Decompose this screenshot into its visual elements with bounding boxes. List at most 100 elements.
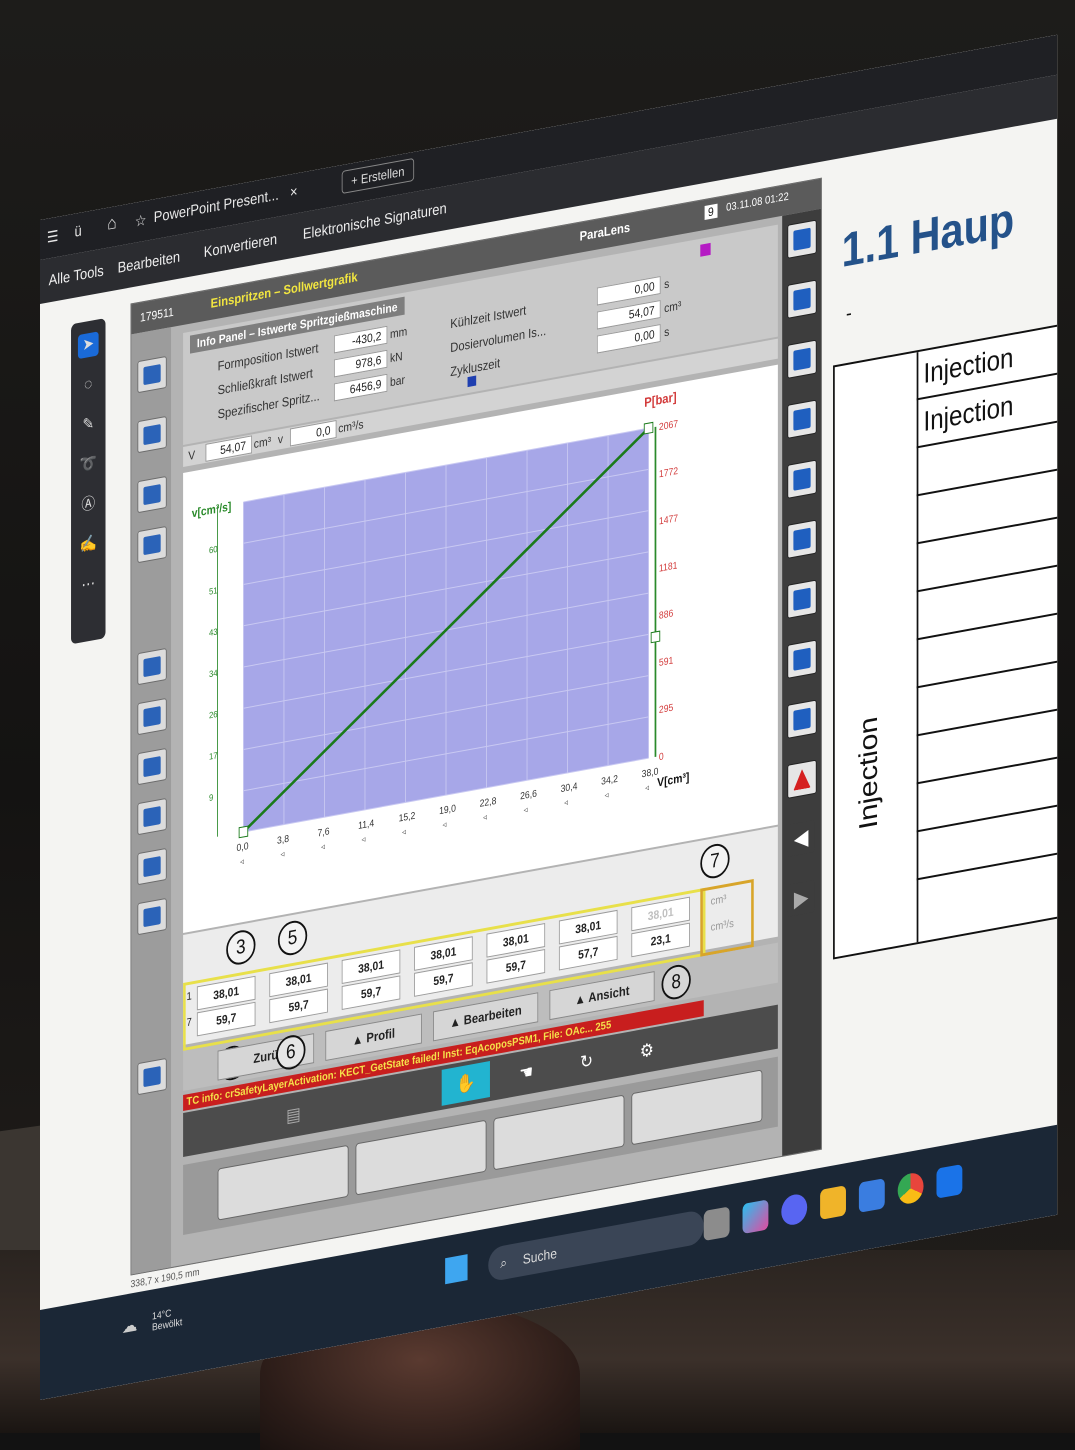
y-tick-label: 26 xyxy=(209,708,218,720)
x-tick-arrow: ◃ xyxy=(443,818,447,829)
x-tick-label: 22,8 xyxy=(480,794,497,809)
dosing-icon[interactable] xyxy=(137,747,167,786)
home-icon[interactable]: ⌂ xyxy=(107,212,116,235)
injection-unit-icon[interactable] xyxy=(137,355,167,394)
injection-icon[interactable] xyxy=(137,647,167,686)
search-icon: ⌕ xyxy=(500,1253,508,1272)
menu-all-tools[interactable]: Alle Tools xyxy=(49,262,104,289)
holding-pressure-icon[interactable] xyxy=(137,697,167,736)
menu-bearbeiten[interactable]: Bearbeiten xyxy=(118,248,181,276)
axis-handle xyxy=(650,630,661,644)
mold-close-icon[interactable] xyxy=(137,415,167,454)
info-value: 978,6 xyxy=(333,349,388,378)
help-icon[interactable] xyxy=(787,699,817,739)
outlook-icon[interactable] xyxy=(936,1164,963,1199)
x-tick-arrow: ◃ xyxy=(524,804,528,815)
scroll-left-icon[interactable]: ◀ xyxy=(787,819,815,857)
gear-icon[interactable]: ⚙ xyxy=(623,1028,671,1073)
v-label: V xyxy=(188,447,196,463)
mold-open-icon[interactable] xyxy=(137,475,167,514)
save-icon[interactable] xyxy=(787,399,817,439)
x-tick-label: 26,6 xyxy=(520,787,537,802)
info-unit: s xyxy=(664,324,670,340)
annotation-3: 3 xyxy=(226,927,256,968)
pdf-tool-strip: ➤ ◌ ✎ ➰ Ⓐ ✍ ⋯ xyxy=(71,318,106,645)
y-tick-label: 34 xyxy=(209,667,218,679)
info-label: Kühlzeit Istwert xyxy=(450,302,527,332)
x-axis-title: V[cm³] xyxy=(657,771,689,790)
sign-tool-icon[interactable]: ✍ xyxy=(78,531,99,559)
graph-icon[interactable] xyxy=(137,897,167,936)
monitor-screen: ☰ ü ⌂ ☆ PowerPoint Present... × + Erstel… xyxy=(40,34,1058,1401)
hmi-left-nav xyxy=(131,327,172,1275)
hand-active-icon[interactable]: ✋ xyxy=(441,1061,490,1106)
page-number: 9 xyxy=(704,203,718,220)
y2-tick-label: 1181 xyxy=(659,559,678,574)
x-tick-label: 15,2 xyxy=(399,809,416,824)
info-value: 0,00 xyxy=(596,323,661,354)
star-icon[interactable]: ☆ xyxy=(135,211,147,231)
print-icon[interactable] xyxy=(787,459,817,499)
x-tick-arrow: ◃ xyxy=(645,782,649,793)
copy-icon[interactable] xyxy=(787,339,817,379)
annotation-5: 5 xyxy=(277,918,308,958)
nav-injection-button[interactable] xyxy=(493,1094,625,1171)
y2-tick-label: 0 xyxy=(659,750,664,763)
edit-list-icon[interactable] xyxy=(787,579,817,619)
x-tick-label: 11,4 xyxy=(358,817,374,832)
hmi-window: 179511 Einspritzen – Sollwertgrafik Para… xyxy=(130,177,822,1276)
list-icon[interactable]: ▤ xyxy=(269,1092,317,1137)
new-tab-button[interactable]: + Erstellen xyxy=(341,157,414,195)
more-tools-icon[interactable]: ⋯ xyxy=(78,571,99,599)
alarm-icon[interactable] xyxy=(787,759,817,799)
return-icon[interactable] xyxy=(787,219,817,259)
y-tick-label: 17 xyxy=(209,750,218,762)
windows-start-icon[interactable] xyxy=(445,1254,468,1285)
x-tick-label: 38,0 xyxy=(642,765,659,780)
menu-icon[interactable]: ☰ xyxy=(47,227,59,247)
nav-arrow-button[interactable] xyxy=(355,1119,487,1196)
y2-tick-label: 295 xyxy=(659,701,673,715)
temperature-icon[interactable] xyxy=(137,847,167,886)
close-tab-icon[interactable]: × xyxy=(290,183,298,201)
task-view-icon[interactable] xyxy=(703,1206,730,1242)
color-marker-purple xyxy=(700,242,711,257)
ejector-icon[interactable] xyxy=(137,525,167,564)
copilot-icon[interactable] xyxy=(742,1199,769,1235)
select-tool-icon[interactable]: ➤ xyxy=(77,331,99,360)
chrome-icon[interactable] xyxy=(897,1171,924,1206)
comment-tool-icon[interactable]: ◌ xyxy=(78,371,99,399)
nav-home-button[interactable] xyxy=(217,1144,349,1221)
vv-unit: cm³/s xyxy=(338,417,364,436)
x-tick-arrow: ◃ xyxy=(402,826,406,837)
nozzle-icon[interactable] xyxy=(137,797,167,836)
brand-label: ParaLens xyxy=(579,219,631,244)
lasso-tool-icon[interactable]: ➰ xyxy=(78,451,99,479)
nav-empty-button[interactable] xyxy=(631,1069,763,1146)
taskbar-search[interactable]: ⌕ Suche xyxy=(488,1209,704,1283)
annotation-7: 7 xyxy=(700,841,730,881)
discord-icon[interactable] xyxy=(781,1192,808,1227)
datetime: 03.11.08 01:22 xyxy=(726,190,789,215)
slide-table: Injection Injection xyxy=(833,316,1058,960)
info-unit: kN xyxy=(389,348,403,366)
refresh-icon[interactable]: ↻ xyxy=(562,1039,610,1084)
edit-button-label: Bearbeiten xyxy=(463,1002,522,1028)
store-icon[interactable] xyxy=(858,1178,885,1213)
hand-icon[interactable]: ☚ xyxy=(502,1050,550,1095)
back-button-label: Zurü xyxy=(253,1046,279,1067)
slide-vertical-label: Injection xyxy=(854,714,884,832)
x-tick-arrow: ◃ xyxy=(483,811,487,822)
info-unit: cm³ xyxy=(664,298,682,316)
weather-widget[interactable]: 14°C Bewölkt xyxy=(152,1306,182,1334)
left-edge-bottom: 7 xyxy=(186,1016,192,1030)
settings-icon[interactable] xyxy=(787,279,817,319)
file-explorer-icon[interactable] xyxy=(820,1185,846,1220)
scroll-right-icon[interactable]: ▶ xyxy=(787,879,815,917)
pen-tool-icon[interactable]: ✎ xyxy=(78,411,99,439)
edit-icon[interactable] xyxy=(787,519,817,559)
text-tool-icon[interactable]: Ⓐ xyxy=(78,491,99,519)
menu-konvertieren[interactable]: Konvertieren xyxy=(204,231,277,261)
robot-icon[interactable] xyxy=(137,1057,167,1096)
edit-mold-icon[interactable] xyxy=(787,639,817,679)
